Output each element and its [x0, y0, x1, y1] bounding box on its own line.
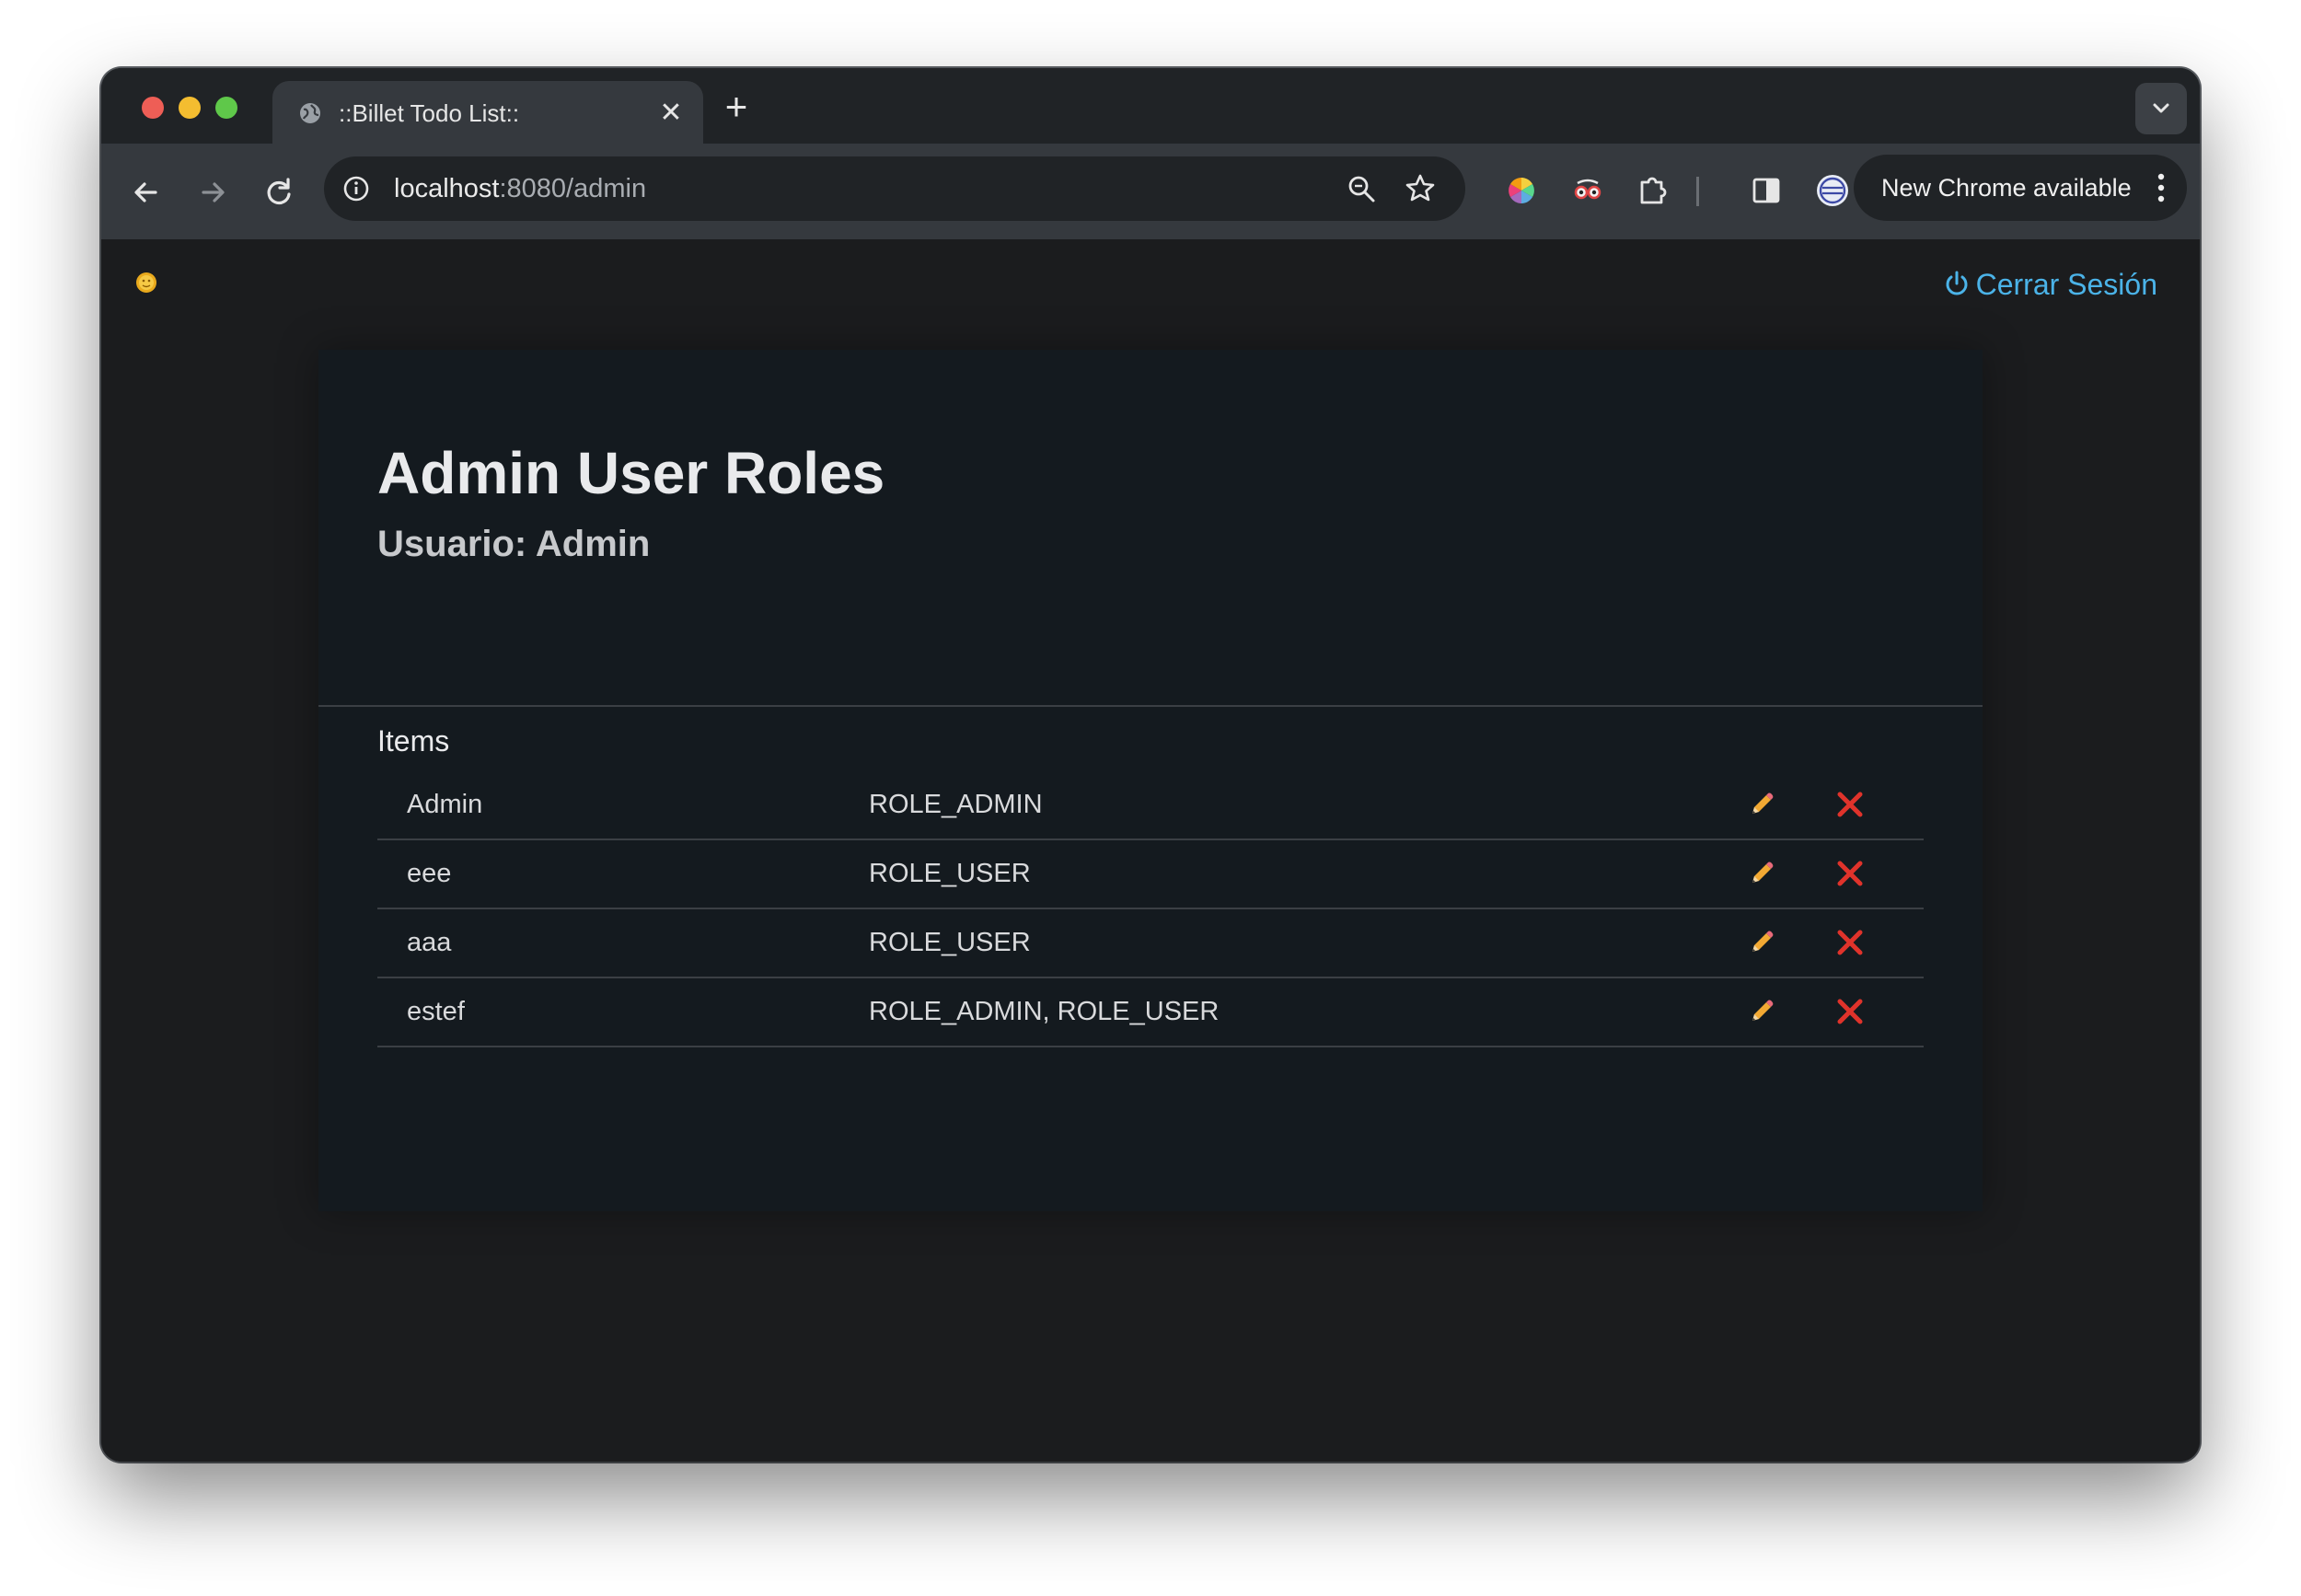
divider	[318, 705, 1983, 707]
roles-card: Admin User Roles Usuario: Admin Items Ad…	[318, 350, 1983, 1211]
puzzle-extensions-icon[interactable]	[1631, 169, 1673, 212]
pencil-icon[interactable]	[1745, 790, 1776, 821]
table-row: eee ROLE_USER	[377, 840, 1924, 909]
tab-title: ::Billet Todo List::	[339, 99, 520, 127]
close-x-icon[interactable]	[1833, 857, 1867, 890]
side-panel-icon[interactable]	[1745, 169, 1787, 212]
url-text[interactable]: localhost:8080/admin	[394, 172, 646, 205]
page-title: Admin User Roles	[377, 440, 885, 506]
chevron-down-icon	[2153, 103, 2169, 113]
table-row: aaa ROLE_USER	[377, 909, 1924, 978]
roles-cell: ROLE_USER	[869, 928, 1031, 957]
roles-cell: ROLE_ADMIN	[869, 790, 1043, 819]
bookmark-star-icon[interactable]	[1403, 171, 1438, 206]
browser-window: ::Billet Todo List:: ✕ + localhost:8080/…	[101, 68, 2200, 1462]
globe-icon	[300, 103, 320, 123]
tab-search-button[interactable]	[2135, 83, 2187, 134]
site-info-icon[interactable]	[337, 169, 376, 208]
address-bar[interactable]: localhost:8080/admin	[324, 156, 1465, 221]
power-icon	[1946, 271, 1968, 295]
new-chrome-available-button[interactable]: New Chrome available	[1854, 155, 2187, 221]
page-viewport: Cerrar Sesión Admin User Roles Usuario: …	[101, 239, 2200, 1462]
update-label: New Chrome available	[1881, 174, 2132, 202]
user-cell: aaa	[407, 928, 452, 957]
close-window-button[interactable]	[142, 97, 164, 119]
close-x-icon[interactable]	[1833, 926, 1867, 959]
spy-glasses-extension-icon[interactable]	[1567, 169, 1609, 212]
page-subtitle: Usuario: Admin	[377, 524, 651, 564]
roles-list: Admin ROLE_ADMIN eee ROLE_USER aaa ROLE_…	[377, 771, 1924, 1047]
user-cell: estef	[407, 997, 465, 1026]
close-tab-icon[interactable]: ✕	[655, 98, 687, 129]
browser-toolbar: localhost:8080/admin New Chrome availabl…	[101, 144, 2200, 241]
pencil-icon[interactable]	[1745, 928, 1776, 959]
logout-label: Cerrar Sesión	[1975, 268, 2157, 301]
toolbar-separator	[1696, 177, 1699, 206]
section-label: Items	[377, 724, 450, 758]
user-cell: eee	[407, 859, 452, 888]
back-arrow-icon[interactable]	[125, 171, 168, 214]
table-row: estef ROLE_ADMIN, ROLE_USER	[377, 978, 1924, 1047]
minimize-window-button[interactable]	[179, 97, 201, 119]
user-cell: Admin	[407, 790, 483, 819]
sun-icon[interactable]	[133, 269, 160, 296]
roles-cell: ROLE_USER	[869, 859, 1031, 888]
color-wheel-extension-icon[interactable]	[1500, 169, 1543, 212]
close-x-icon[interactable]	[1833, 995, 1867, 1028]
roles-cell: ROLE_ADMIN, ROLE_USER	[869, 997, 1220, 1026]
zoom-icon[interactable]	[1344, 171, 1379, 206]
tab-strip: ::Billet Todo List:: ✕ +	[101, 68, 2200, 144]
pencil-icon[interactable]	[1745, 859, 1776, 890]
pencil-icon[interactable]	[1745, 997, 1776, 1028]
reload-icon[interactable]	[258, 171, 300, 214]
tab-active[interactable]: ::Billet Todo List:: ✕	[272, 81, 703, 144]
more-menu-icon[interactable]	[2156, 171, 2167, 204]
table-row: Admin ROLE_ADMIN	[377, 771, 1924, 840]
profile-avatar-icon[interactable]	[1811, 169, 1854, 212]
logout-link[interactable]: Cerrar Sesión	[1943, 265, 2157, 304]
url-path: :8080/admin	[499, 174, 647, 203]
new-tab-button[interactable]: +	[716, 87, 757, 127]
close-x-icon[interactable]	[1833, 788, 1867, 821]
maximize-window-button[interactable]	[215, 97, 237, 119]
url-host: localhost	[394, 174, 500, 203]
forward-arrow-icon[interactable]	[191, 171, 234, 214]
